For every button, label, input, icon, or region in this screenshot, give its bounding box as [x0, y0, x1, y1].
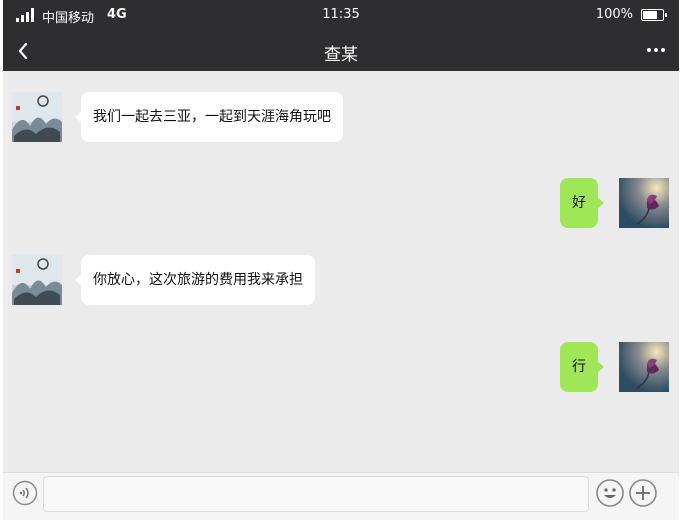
message-bubble: 行	[560, 342, 604, 392]
plus-icon	[629, 479, 657, 507]
status-time: 11:35	[322, 7, 360, 22]
chat-screen: 中国移动 4G 11:35 100% 查某 我们一起去三亚，一起到天涯海角玩吧 …	[3, 0, 679, 520]
chat-title: 查某	[324, 45, 358, 65]
battery-icon	[641, 9, 667, 21]
more-dots-icon	[647, 48, 665, 52]
message-bubble: 我们一起去三亚，一起到天涯海角玩吧	[75, 92, 343, 142]
user-avatar[interactable]	[619, 178, 669, 228]
voice-button[interactable]	[12, 480, 38, 510]
message-bubble: 好	[560, 178, 604, 228]
voice-icon	[12, 480, 38, 506]
message-bubble: 你放心，这次旅游的费用我来承担	[75, 255, 315, 305]
more-button[interactable]	[641, 34, 671, 66]
contact-avatar[interactable]	[12, 92, 62, 142]
contact-avatar[interactable]	[12, 255, 62, 305]
plus-button[interactable]	[628, 478, 658, 512]
battery-percent: 100%	[595, 7, 633, 22]
input-bar	[3, 472, 679, 520]
user-avatar[interactable]	[619, 342, 669, 392]
emoji-icon	[596, 479, 624, 507]
message-input[interactable]	[43, 476, 589, 512]
status-bar: 中国移动 4G 11:35 100%	[3, 0, 679, 30]
emoji-button[interactable]	[595, 478, 625, 512]
nav-bar: 查某	[3, 30, 679, 71]
